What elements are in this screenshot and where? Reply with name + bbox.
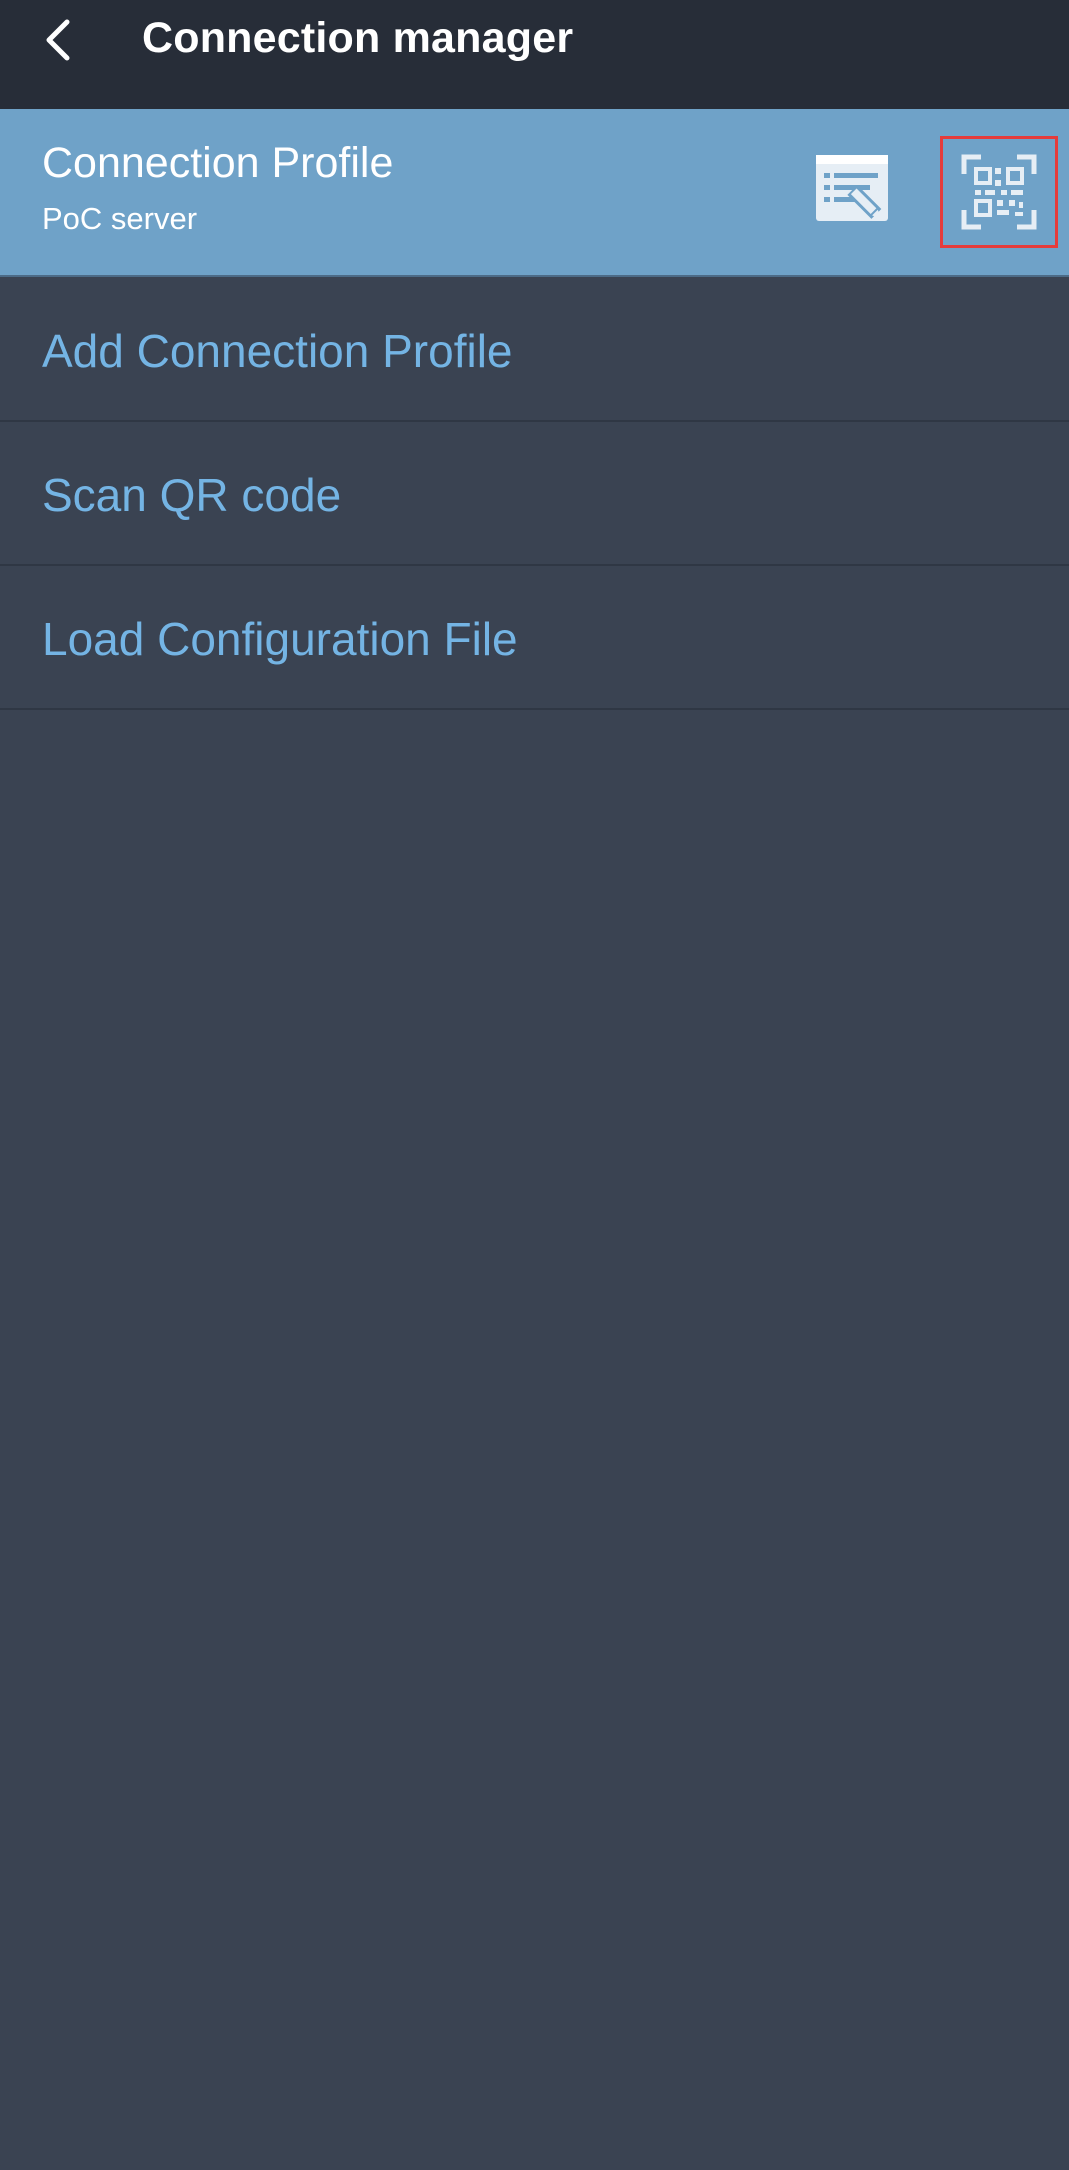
load-configuration-file-item[interactable]: Load Configuration File: [0, 566, 1069, 710]
edit-profile-icon: [816, 155, 888, 221]
menu-item-label: Load Configuration File: [42, 613, 518, 665]
add-connection-profile-item[interactable]: Add Connection Profile: [0, 278, 1069, 422]
menu-item-label: Add Connection Profile: [42, 325, 513, 377]
chevron-left-icon: [46, 19, 70, 61]
app-bar: Connection manager: [0, 0, 1069, 109]
qr-code-icon: [961, 154, 1037, 230]
back-button[interactable]: [28, 10, 88, 70]
menu-item-label: Scan QR code: [42, 469, 342, 521]
profile-server: PoC server: [42, 201, 198, 236]
connection-profile-row[interactable]: Connection Profile PoC server: [0, 109, 1069, 277]
edit-profile-button[interactable]: [812, 151, 898, 237]
page-title: Connection manager: [142, 14, 574, 62]
scan-qr-code-item[interactable]: Scan QR code: [0, 422, 1069, 566]
profile-name: Connection Profile: [42, 139, 394, 187]
qr-code-button[interactable]: [940, 136, 1058, 248]
